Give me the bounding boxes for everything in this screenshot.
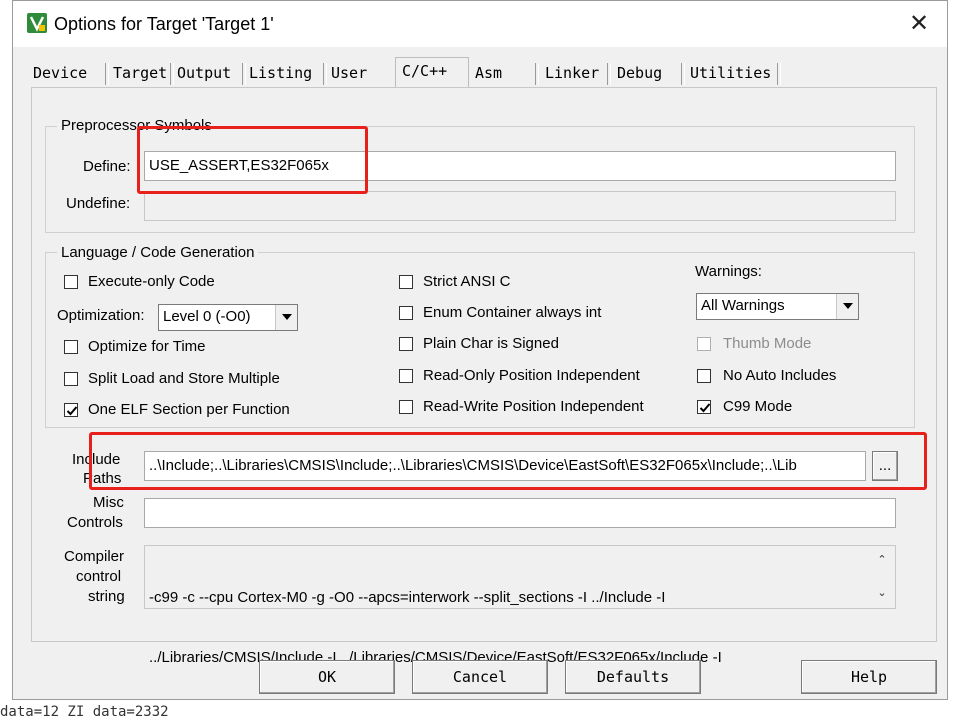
tab-user[interactable]: User: [331, 61, 367, 85]
plain-char-label: Plain Char is Signed: [423, 335, 559, 352]
tab-separator: [170, 63, 174, 85]
compiler-control-label-line2: control: [76, 568, 122, 585]
misc-controls-label-line2: Controls: [67, 514, 123, 531]
ro-position-label: Read-Only Position Independent: [423, 367, 640, 384]
misc-controls-input[interactable]: [144, 498, 896, 528]
compiler-control-textarea: -c99 -c --cpu Cortex-M0 -g -O0 --apcs=in…: [144, 545, 896, 666]
language-group-title: Language / Code Generation: [57, 244, 259, 261]
misc-controls-label-line1: Misc: [93, 494, 124, 511]
options-dialog: Options for Target 'Target 1' ✕ Device T…: [12, 0, 948, 700]
warnings-select[interactable]: All Warnings: [696, 293, 859, 320]
enum-container-checkbox[interactable]: [399, 306, 413, 320]
no-auto-includes-label: No Auto Includes: [723, 367, 837, 384]
tab-separator: [323, 63, 327, 85]
tab-separator: [607, 63, 611, 85]
tab-cpp[interactable]: C/C++: [395, 57, 469, 87]
optimization-label: Optimization:: [57, 307, 145, 324]
chevron-down-icon[interactable]: [275, 305, 297, 330]
execute-only-label: Execute-only Code: [88, 273, 215, 290]
cancel-button[interactable]: Cancel: [412, 660, 548, 694]
tab-debug[interactable]: Debug: [617, 61, 662, 85]
optimize-time-label: Optimize for Time: [88, 338, 206, 355]
window-title: Options for Target 'Target 1': [54, 14, 274, 34]
ok-button[interactable]: OK: [259, 660, 395, 694]
tab-device[interactable]: Device: [33, 61, 87, 85]
undefine-label: Undefine:: [66, 195, 131, 212]
compiler-control-label-line3: string: [88, 588, 125, 605]
split-load-checkbox[interactable]: [64, 372, 78, 386]
c99-mode-label: C99 Mode: [723, 398, 793, 415]
tab-output[interactable]: Output: [177, 61, 231, 85]
scroll-down-icon[interactable]: ⌄: [874, 585, 890, 601]
optimization-value: Level 0 (-O0): [163, 308, 251, 325]
include-paths-highlight-box: [89, 432, 927, 490]
execute-only-checkbox[interactable]: [64, 275, 78, 289]
strict-ansi-label: Strict ANSI C: [423, 273, 511, 290]
define-label: Define:: [83, 158, 131, 175]
define-label-text: Define:: [83, 158, 131, 175]
background-app-left-edge: [0, 0, 12, 716]
help-button[interactable]: Help: [801, 660, 937, 694]
no-auto-includes-checkbox[interactable]: [697, 369, 711, 383]
title-bar: Options for Target 'Target 1' ✕: [13, 1, 947, 47]
ro-position-checkbox[interactable]: [399, 369, 413, 383]
warnings-value: All Warnings: [701, 297, 785, 314]
tab-target[interactable]: Target: [113, 61, 167, 85]
define-highlight-box: [137, 126, 368, 194]
compiler-control-line1: -c99 -c --cpu Cortex-M0 -g -O0 --apcs=in…: [149, 589, 666, 606]
rw-position-checkbox[interactable]: [399, 400, 413, 414]
plain-char-checkbox[interactable]: [399, 337, 413, 351]
warnings-label: Warnings:: [695, 263, 762, 280]
tab-utilities[interactable]: Utilities: [690, 61, 771, 85]
optimization-select[interactable]: Level 0 (-O0): [158, 304, 298, 331]
keil-app-icon: [27, 13, 47, 33]
one-elf-label: One ELF Section per Function: [88, 401, 290, 418]
strict-ansi-checkbox[interactable]: [399, 275, 413, 289]
checkmark-icon: [699, 403, 711, 413]
optimize-time-checkbox[interactable]: [64, 340, 78, 354]
defaults-button[interactable]: Defaults: [565, 660, 701, 694]
tab-separator: [681, 63, 685, 85]
tab-linker[interactable]: Linker: [545, 61, 599, 85]
checkmark-icon: [66, 406, 78, 416]
c99-mode-checkbox[interactable]: [697, 400, 711, 414]
tab-separator: [242, 63, 246, 85]
undefine-input[interactable]: [144, 191, 896, 221]
tab-separator: [105, 63, 109, 85]
tab-separator: [535, 63, 539, 85]
tab-asm[interactable]: Asm: [475, 61, 502, 85]
rw-position-label: Read-Write Position Independent: [423, 398, 644, 415]
thumb-mode-checkbox: [697, 337, 711, 351]
background-app-right-edge: [948, 0, 960, 716]
enum-container-label: Enum Container always int: [423, 304, 602, 321]
compiler-control-label-line1: Compiler: [64, 548, 125, 565]
scroll-up-icon[interactable]: ⌃: [874, 552, 890, 568]
thumb-mode-label: Thumb Mode: [723, 335, 812, 352]
close-icon[interactable]: ✕: [897, 7, 941, 41]
split-load-label: Split Load and Store Multiple: [88, 370, 280, 387]
chevron-down-icon[interactable]: [836, 294, 858, 319]
tab-separator: [777, 63, 781, 85]
tab-listing[interactable]: Listing: [249, 61, 312, 85]
one-elf-checkbox[interactable]: [64, 403, 78, 417]
background-output-text: data=12 ZI data=2332: [0, 704, 169, 716]
